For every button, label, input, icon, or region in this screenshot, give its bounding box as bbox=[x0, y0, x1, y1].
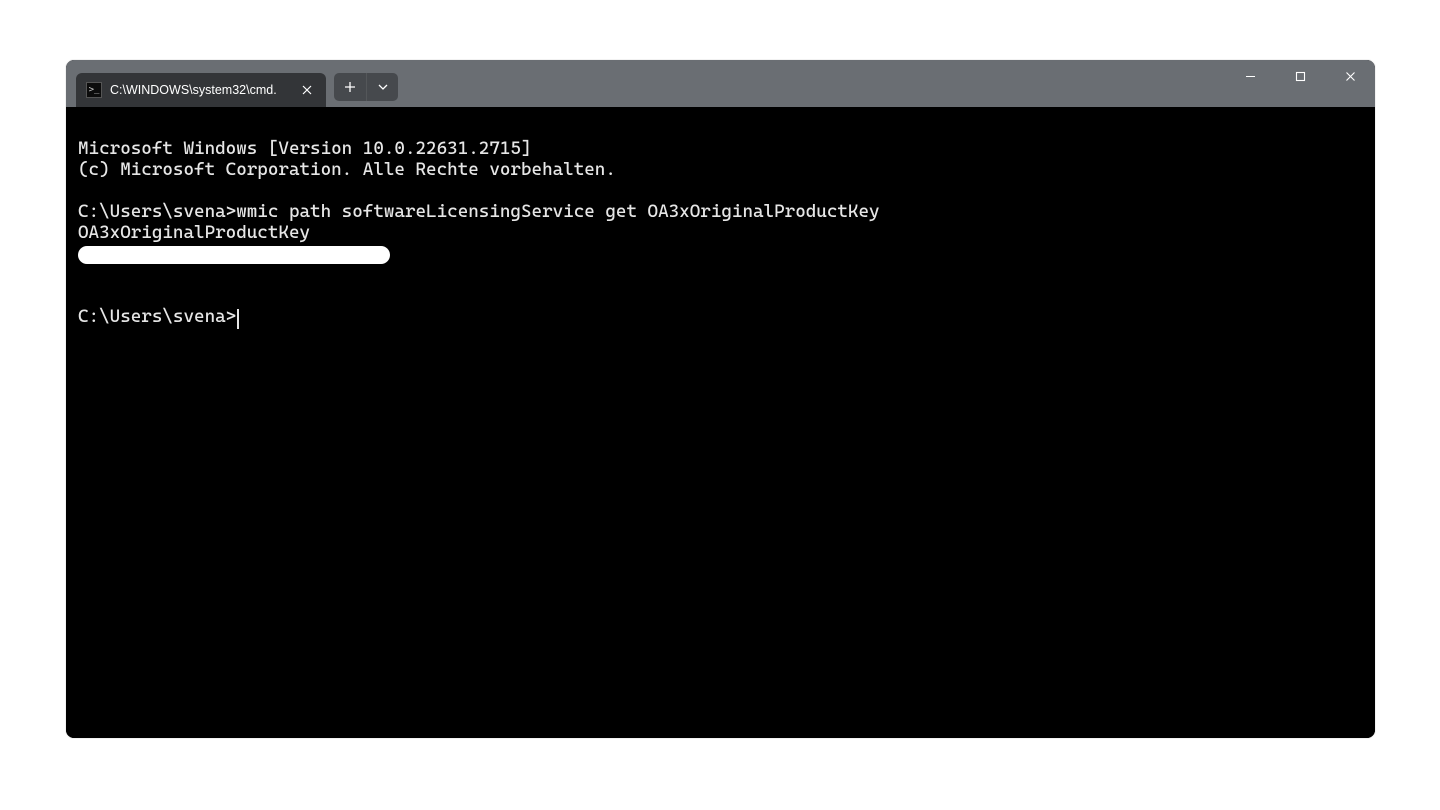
tab-title: C:\WINDOWS\system32\cmd. bbox=[110, 83, 290, 97]
terminal-line: OA3xOriginalProductKey bbox=[78, 222, 310, 243]
terminal-window: >_ C:\WINDOWS\system32\cmd. bbox=[66, 60, 1375, 738]
minimize-button[interactable] bbox=[1225, 60, 1275, 92]
close-window-button[interactable] bbox=[1325, 60, 1375, 92]
minimize-icon bbox=[1245, 71, 1256, 82]
terminal-body[interactable]: Microsoft Windows [Version 10.0.22631.27… bbox=[66, 107, 1375, 738]
cmd-icon: >_ bbox=[86, 82, 102, 98]
chevron-down-icon bbox=[378, 84, 388, 90]
tab-close-button[interactable] bbox=[298, 81, 316, 99]
terminal-line: (c) Microsoft Corporation. Alle Rechte v… bbox=[78, 159, 616, 180]
terminal-line bbox=[78, 243, 390, 264]
tab-cmd[interactable]: >_ C:\WINDOWS\system32\cmd. bbox=[76, 73, 326, 107]
tab-actions bbox=[334, 73, 398, 101]
maximize-icon bbox=[1295, 71, 1306, 82]
terminal-line: C:\Users\svena> bbox=[78, 306, 239, 327]
prompt-prefix: C:\Users\svena> bbox=[78, 306, 236, 327]
prompt-prefix: C:\Users\svena> bbox=[78, 201, 236, 222]
new-tab-button[interactable] bbox=[334, 73, 366, 101]
redacted-product-key bbox=[78, 246, 390, 264]
titlebar: >_ C:\WINDOWS\system32\cmd. bbox=[66, 60, 1375, 107]
terminal-line: Microsoft Windows [Version 10.0.22631.27… bbox=[78, 138, 532, 159]
terminal-line: C:\Users\svena>wmic path softwareLicensi… bbox=[78, 201, 880, 222]
close-icon bbox=[302, 85, 312, 95]
text-cursor bbox=[237, 309, 239, 329]
close-icon bbox=[1345, 71, 1356, 82]
command-text: wmic path softwareLicensingService get O… bbox=[236, 201, 879, 222]
plus-icon bbox=[344, 81, 356, 93]
window-controls bbox=[1225, 60, 1375, 100]
tab-dropdown-button[interactable] bbox=[366, 73, 398, 101]
maximize-button[interactable] bbox=[1275, 60, 1325, 92]
